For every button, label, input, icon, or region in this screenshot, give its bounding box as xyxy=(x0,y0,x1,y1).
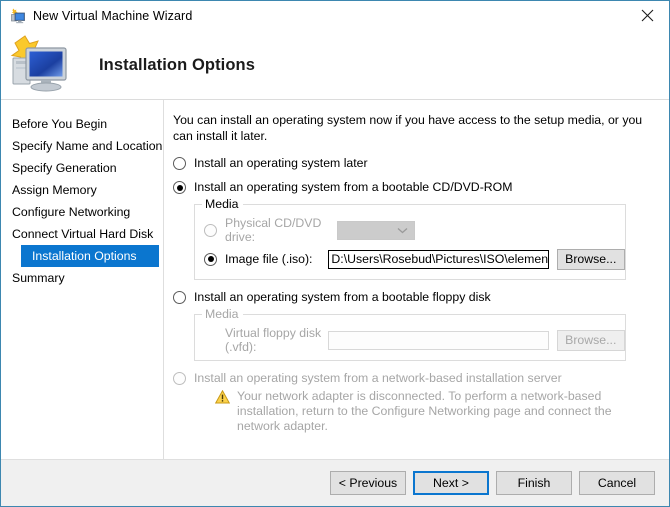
virtual-floppy-row: Virtual floppy disk (.vfd): Browse... xyxy=(204,329,625,351)
virtual-floppy-label: Virtual floppy disk (.vfd): xyxy=(204,326,328,354)
physical-drive-label: Physical CD/DVD drive: xyxy=(225,216,337,244)
window-title: New Virtual Machine Wizard xyxy=(33,9,192,23)
wizard-header: Installation Options xyxy=(1,31,669,100)
virtual-floppy-browse-button: Browse... xyxy=(557,330,625,351)
option-install-floppy-label: Install an operating system from a boota… xyxy=(194,290,491,305)
radio-physical-drive xyxy=(204,224,217,237)
virtual-floppy-input xyxy=(328,331,548,350)
wizard-steps-sidebar: Before You Begin Specify Name and Locati… xyxy=(1,100,164,459)
next-button[interactable]: Next > xyxy=(413,471,489,495)
wizard-footer: < Previous Next > Finish Cancel xyxy=(1,459,669,506)
image-file-input[interactable]: D:\Users\Rosebud\Pictures\ISO\elementary… xyxy=(328,250,548,269)
network-warning: Your network adapter is disconnected. To… xyxy=(215,389,645,434)
image-file-label: Image file (.iso): xyxy=(225,252,328,266)
main-panel: You can install an operating system now … xyxy=(164,100,669,459)
wizard-body: Before You Begin Specify Name and Locati… xyxy=(1,100,669,459)
sidebar-item-configure-networking[interactable]: Configure Networking xyxy=(1,201,163,223)
option-install-network-label: Install an operating system from a netwo… xyxy=(194,371,562,386)
image-file-row: Image file (.iso): D:\Users\Rosebud\Pict… xyxy=(204,248,625,270)
floppy-media-group: Media Virtual floppy disk (.vfd): Browse… xyxy=(194,314,626,361)
title-bar: New Virtual Machine Wizard xyxy=(1,1,669,31)
chevron-down-icon xyxy=(397,227,408,234)
wizard-window: New Virtual Machine Wizard xyxy=(0,0,670,507)
radio-install-later[interactable] xyxy=(173,157,186,170)
physical-drive-select xyxy=(337,221,415,240)
radio-install-floppy[interactable] xyxy=(173,291,186,304)
sidebar-item-assign-memory[interactable]: Assign Memory xyxy=(1,179,163,201)
close-icon[interactable] xyxy=(625,1,669,30)
network-warning-text: Your network adapter is disconnected. To… xyxy=(237,389,645,434)
warning-triangle-icon xyxy=(215,390,230,404)
cancel-button[interactable]: Cancel xyxy=(579,471,655,495)
radio-install-cd[interactable] xyxy=(173,181,186,194)
option-install-network: Install an operating system from a netwo… xyxy=(173,371,669,386)
cd-media-group: Media Physical CD/DVD drive: xyxy=(194,204,626,280)
option-install-cd-label: Install an operating system from a boota… xyxy=(194,180,512,195)
computer-with-star-icon xyxy=(7,34,73,96)
radio-install-network xyxy=(173,372,186,385)
sidebar-item-before-you-begin[interactable]: Before You Begin xyxy=(1,113,163,135)
sidebar-item-summary[interactable]: Summary xyxy=(1,267,163,289)
physical-drive-row: Physical CD/DVD drive: xyxy=(204,219,625,241)
option-install-later-label: Install an operating system later xyxy=(194,156,368,171)
image-file-browse-button[interactable]: Browse... xyxy=(557,249,625,270)
option-install-later[interactable]: Install an operating system later xyxy=(173,156,669,171)
cd-media-legend: Media xyxy=(202,197,243,211)
page-title: Installation Options xyxy=(99,56,255,75)
sidebar-item-connect-virtual-hard-disk[interactable]: Connect Virtual Hard Disk xyxy=(1,223,163,245)
virtual-machine-icon xyxy=(10,8,26,24)
sidebar-item-installation-options[interactable]: Installation Options xyxy=(21,245,159,267)
floppy-media-legend: Media xyxy=(202,307,243,321)
option-install-cd[interactable]: Install an operating system from a boota… xyxy=(173,180,669,195)
sidebar-item-specify-generation[interactable]: Specify Generation xyxy=(1,157,163,179)
intro-text: You can install an operating system now … xyxy=(173,112,651,144)
option-install-floppy[interactable]: Install an operating system from a boota… xyxy=(173,290,669,305)
previous-button[interactable]: < Previous xyxy=(330,471,406,495)
finish-button[interactable]: Finish xyxy=(496,471,572,495)
sidebar-item-specify-name-and-location[interactable]: Specify Name and Location xyxy=(1,135,163,157)
radio-image-file[interactable] xyxy=(204,253,217,266)
